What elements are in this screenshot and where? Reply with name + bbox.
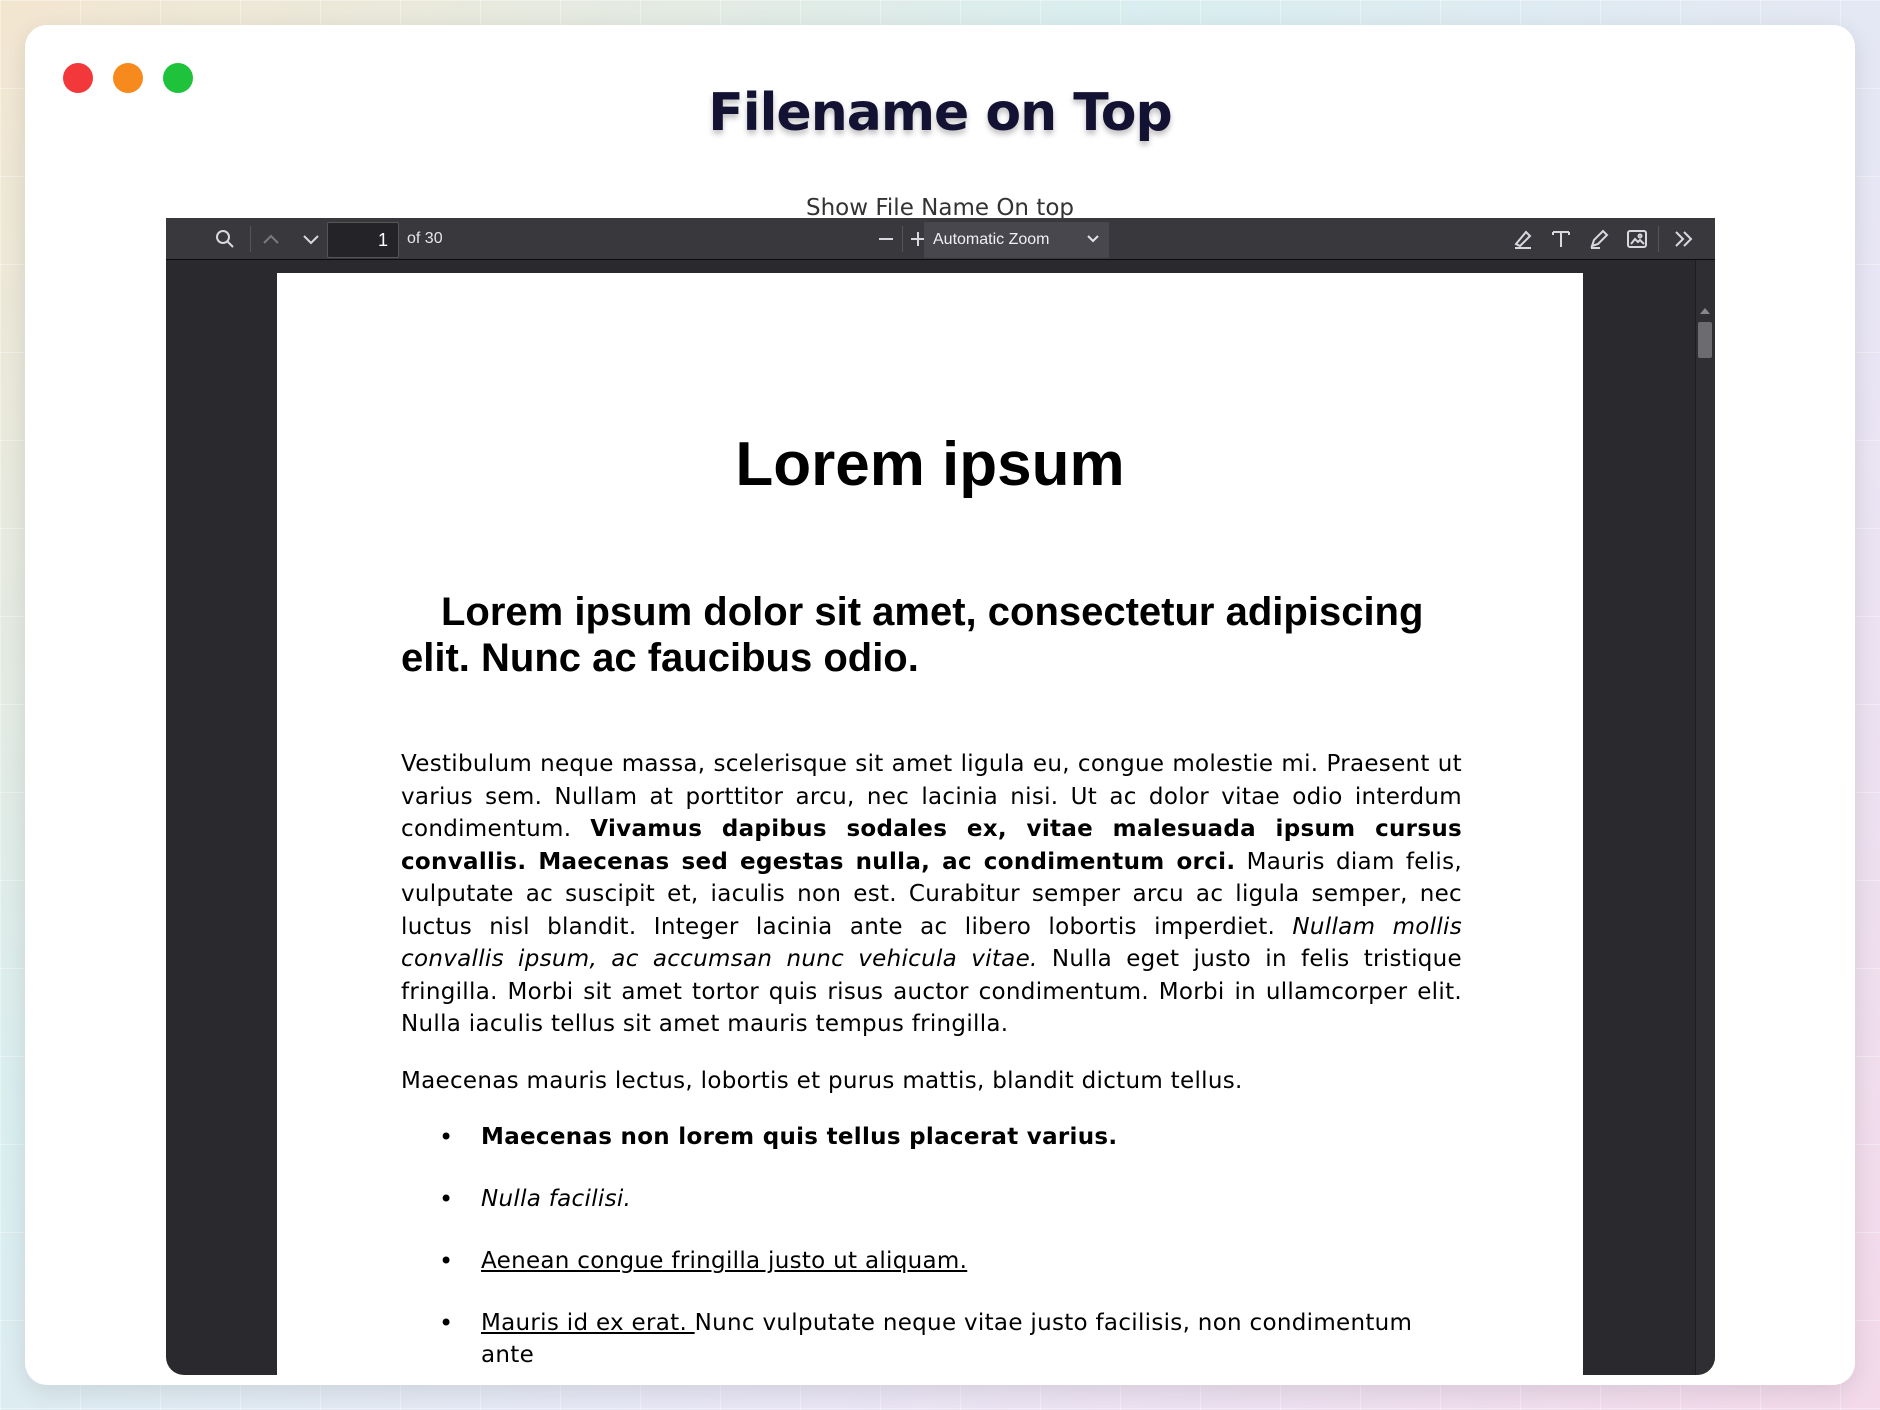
bullet-list: • Maecenas non lorem quis tellus placerat… <box>401 1121 1462 1369</box>
list-item-text: Maecenas non lorem quis tellus placerat … <box>481 1124 1118 1150</box>
minus-icon[interactable] <box>874 218 898 260</box>
chevron-down-icon[interactable] <box>296 218 326 260</box>
search-icon[interactable] <box>210 218 240 260</box>
list-item-text: Nulla facilisi. <box>481 1186 632 1212</box>
draw-icon[interactable] <box>1584 218 1614 260</box>
list-item-link[interactable]: Aenean congue fringilla justo ut aliquam… <box>481 1248 967 1274</box>
document-paragraph: Vestibulum neque massa, scelerisque sit … <box>401 748 1462 1041</box>
bullet-icon: • <box>439 1247 454 1275</box>
zoom-select[interactable]: Automatic Zoom <box>924 222 1109 258</box>
document-heading: Lorem ipsum dolor sit amet, consectetur … <box>401 590 1424 680</box>
app-window: Filename on Top Show File Name On top 1 … <box>25 25 1855 1385</box>
text-icon[interactable] <box>1546 218 1576 260</box>
list-item: • Maecenas non lorem quis tellus placerat… <box>401 1121 1462 1183</box>
list-item-link[interactable]: Mauris id ex erat. <box>481 1310 695 1336</box>
zoom-select-value: Automatic Zoom <box>933 231 1050 248</box>
scrollbar-thumb[interactable] <box>1698 322 1712 358</box>
bullet-icon: • <box>439 1123 454 1151</box>
toolbar-divider <box>1658 226 1659 252</box>
chevron-up-icon[interactable] <box>256 218 286 260</box>
double-chevron-right-icon[interactable] <box>1666 218 1702 260</box>
chevron-down-icon <box>1087 222 1099 258</box>
list-item: • Aenean congue fringilla justo ut aliqua… <box>401 1245 1462 1307</box>
scroll-up-arrow-icon[interactable] <box>1700 308 1710 314</box>
list-item: • Mauris id ex erat. Nunc vulputate neque… <box>401 1307 1462 1369</box>
pdf-viewer: 1 of 30 Automatic Zoom Lorem ipsum Lorem… <box>166 218 1715 1375</box>
toolbar-divider <box>250 226 251 252</box>
page-number-input[interactable]: 1 <box>327 222 399 258</box>
bullet-icon: • <box>439 1309 454 1337</box>
highlight-icon[interactable] <box>1508 218 1538 260</box>
scrollbar[interactable] <box>1695 260 1715 1375</box>
document-paragraph: Maecenas mauris lectus, lobortis et puru… <box>401 1068 1243 1094</box>
pdf-page: Lorem ipsum Lorem ipsum dolor sit amet, … <box>277 273 1583 1375</box>
page-count-label: of 30 <box>407 230 443 247</box>
image-icon[interactable] <box>1622 218 1652 260</box>
document-title: Lorem ipsum <box>735 430 1125 499</box>
pdf-toolbar: 1 of 30 Automatic Zoom <box>166 218 1715 260</box>
list-item: • Nulla facilisi. <box>401 1183 1462 1245</box>
page-title: Filename on Top <box>708 83 1172 143</box>
toolbar-divider <box>902 226 903 252</box>
bullet-icon: • <box>439 1185 454 1213</box>
